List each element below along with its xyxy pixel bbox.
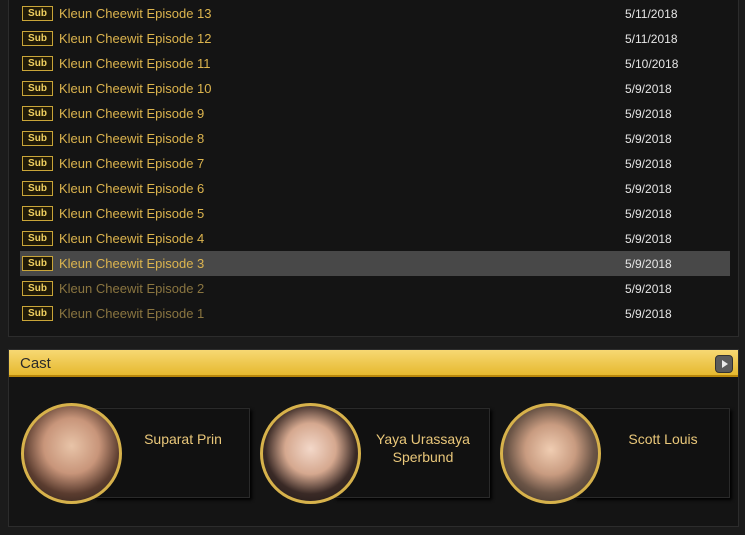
episode-date: 5/9/2018	[625, 157, 672, 171]
episode-row[interactable]: Sub Kleun Cheewit Episode 6 5/9/2018	[20, 176, 730, 201]
episode-row[interactable]: Sub Kleun Cheewit Episode 5 5/9/2018	[20, 201, 730, 226]
episode-row[interactable]: Sub Kleun Cheewit Episode 12 5/11/2018	[20, 26, 730, 51]
cast-name[interactable]: Yaya Urassaya Sperbund	[368, 430, 478, 466]
episode-date: 5/9/2018	[625, 82, 672, 96]
episode-date: 5/9/2018	[625, 182, 672, 196]
episode-link[interactable]: Kleun Cheewit Episode 12	[59, 31, 212, 46]
sub-badge: Sub	[22, 131, 53, 146]
episode-date: 5/9/2018	[625, 257, 672, 271]
sub-badge: Sub	[22, 81, 53, 96]
episode-date: 5/10/2018	[625, 57, 679, 71]
episode-date: 5/9/2018	[625, 282, 672, 296]
episode-row[interactable]: Sub Kleun Cheewit Episode 8 5/9/2018	[20, 126, 730, 151]
episode-link[interactable]: Kleun Cheewit Episode 6	[59, 181, 204, 196]
episode-row[interactable]: Sub Kleun Cheewit Episode 2 5/9/2018	[20, 276, 730, 301]
play-icon[interactable]	[715, 355, 733, 373]
avatar[interactable]	[500, 403, 601, 504]
sub-badge: Sub	[22, 231, 53, 246]
episode-link[interactable]: Kleun Cheewit Episode 3	[59, 256, 204, 271]
episode-date: 5/11/2018	[625, 32, 678, 46]
episode-date: 5/9/2018	[625, 232, 672, 246]
sub-badge: Sub	[22, 31, 53, 46]
episode-date: 5/9/2018	[625, 207, 672, 221]
episode-row[interactable]: Sub Kleun Cheewit Episode 9 5/9/2018	[20, 101, 730, 126]
sub-badge: Sub	[22, 281, 53, 296]
avatar[interactable]	[21, 403, 122, 504]
episode-row[interactable]: Sub Kleun Cheewit Episode 13 5/11/2018	[20, 1, 730, 26]
sub-badge: Sub	[22, 206, 53, 221]
episode-link[interactable]: Kleun Cheewit Episode 1	[59, 306, 204, 321]
sub-badge: Sub	[22, 181, 53, 196]
sub-badge: Sub	[22, 6, 53, 21]
episode-row[interactable]: Sub Kleun Cheewit Episode 7 5/9/2018	[20, 151, 730, 176]
episode-date: 5/9/2018	[625, 132, 672, 146]
episode-date: 5/11/2018	[625, 7, 678, 21]
episode-row[interactable]: Sub Kleun Cheewit Episode 4 5/9/2018	[20, 226, 730, 251]
episode-date: 5/9/2018	[625, 307, 672, 321]
episode-link[interactable]: Kleun Cheewit Episode 4	[59, 231, 204, 246]
episode-link[interactable]: Kleun Cheewit Episode 7	[59, 156, 204, 171]
episode-link[interactable]: Kleun Cheewit Episode 2	[59, 281, 204, 296]
cast-name[interactable]: Scott Louis	[608, 430, 718, 448]
episode-row-selected[interactable]: Sub Kleun Cheewit Episode 3 5/9/2018	[20, 251, 730, 276]
episode-link[interactable]: Kleun Cheewit Episode 11	[59, 56, 211, 71]
episode-link[interactable]: Kleun Cheewit Episode 8	[59, 131, 204, 146]
sub-badge: Sub	[22, 306, 53, 321]
episode-row[interactable]: Sub Kleun Cheewit Episode 11 5/10/2018	[20, 51, 730, 76]
episode-link[interactable]: Kleun Cheewit Episode 13	[59, 6, 212, 21]
episode-link[interactable]: Kleun Cheewit Episode 5	[59, 206, 204, 221]
sub-badge: Sub	[22, 256, 53, 271]
cast-title: Cast	[20, 355, 51, 372]
episode-link[interactable]: Kleun Cheewit Episode 10	[59, 81, 212, 96]
sub-badge: Sub	[22, 156, 53, 171]
sub-badge: Sub	[22, 56, 53, 71]
episode-date: 5/9/2018	[625, 107, 672, 121]
sub-badge: Sub	[22, 106, 53, 121]
cast-name[interactable]: Suparat Prin	[128, 430, 238, 448]
avatar[interactable]	[260, 403, 361, 504]
cast-header: Cast	[9, 350, 738, 377]
episode-row[interactable]: Sub Kleun Cheewit Episode 10 5/9/2018	[20, 76, 730, 101]
episode-row[interactable]: Sub Kleun Cheewit Episode 1 5/9/2018	[20, 301, 730, 326]
episode-link[interactable]: Kleun Cheewit Episode 9	[59, 106, 204, 121]
episode-list: Sub Kleun Cheewit Episode 13 5/11/2018 S…	[8, 0, 739, 337]
